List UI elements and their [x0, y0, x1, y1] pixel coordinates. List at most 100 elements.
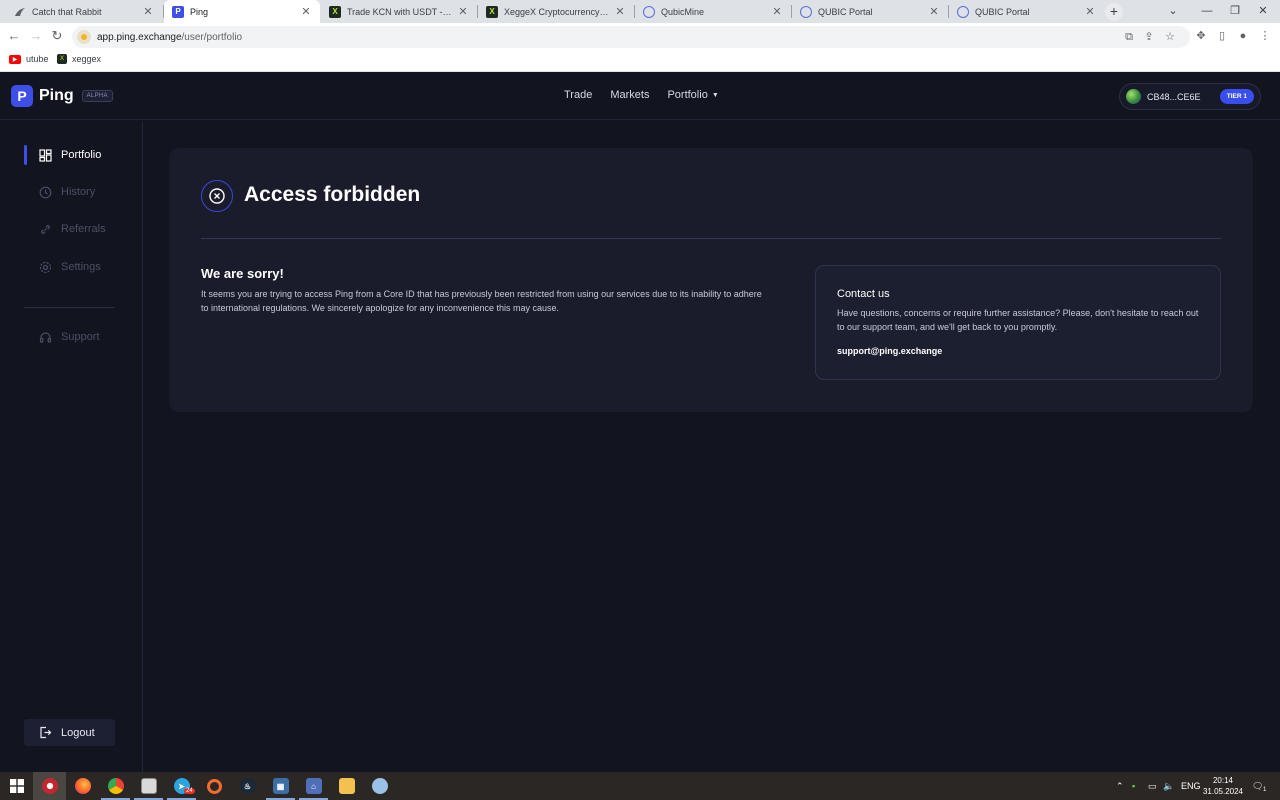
- logout-icon: [38, 726, 52, 740]
- extensions-puzzle-icon[interactable]: ✥: [1192, 27, 1210, 45]
- browser-tab[interactable]: QUBIC Portal ✕: [949, 0, 1104, 23]
- sidebar-item-referrals[interactable]: Referrals: [24, 219, 134, 239]
- browser-tab[interactable]: X XeggeX Cryptocurrency Exchange ✕: [478, 0, 634, 23]
- close-tab-icon[interactable]: ✕: [1084, 5, 1096, 18]
- logout-button[interactable]: Logout: [24, 719, 115, 746]
- share-icon[interactable]: ⇪: [1140, 26, 1158, 48]
- show-hidden-icons-chevron-icon[interactable]: ⌃: [1116, 772, 1124, 800]
- contact-text: Have questions, concerns or require furt…: [837, 308, 1199, 332]
- sidebar-divider: [24, 307, 115, 308]
- taskbar-app-chrome[interactable]: [99, 772, 132, 800]
- taskbar-app-misc[interactable]: [363, 772, 396, 800]
- browser-tab[interactable]: QubicMine ✕: [635, 0, 791, 23]
- bookmarks-bar: ▶ utube X xeggex: [0, 51, 1280, 72]
- forward-arrow-icon[interactable]: →: [27, 27, 45, 45]
- close-tab-icon[interactable]: ✕: [614, 5, 626, 18]
- calculator-icon: ▦: [272, 778, 289, 794]
- contact-box: Contact us Have questions, concerns or r…: [815, 265, 1221, 380]
- sidebar-item-history[interactable]: History: [24, 182, 134, 202]
- history-clock-icon: [38, 185, 52, 199]
- network-icon[interactable]: ▭: [1148, 772, 1157, 800]
- sidebar-item-label: History: [61, 186, 96, 198]
- taskbar-app-opera[interactable]: [33, 772, 66, 800]
- close-window-button[interactable]: ✕: [1246, 0, 1280, 23]
- browser-tab-active[interactable]: P Ping ✕: [164, 0, 320, 23]
- gear-icon: [38, 260, 52, 274]
- youtube-icon: ▶: [9, 54, 21, 64]
- nav-markets[interactable]: Markets: [610, 89, 649, 101]
- error-x-circle-icon: [201, 180, 233, 212]
- browser-toolbar: ← → ↻ app.ping.exchange/user/portfolio ⧉…: [0, 23, 1280, 51]
- url-text[interactable]: app.ping.exchange/user/portfolio: [97, 32, 242, 43]
- taskbar-app-origin[interactable]: [198, 772, 231, 800]
- nav-portfolio-label: Portfolio: [667, 89, 708, 101]
- side-panel-icon[interactable]: ▯: [1213, 27, 1231, 45]
- image-viewer-icon: [140, 778, 157, 794]
- system-clock[interactable]: 20:14 31.05.2024: [1200, 775, 1246, 797]
- firefox-icon: [74, 778, 91, 794]
- nav-portfolio-dropdown[interactable]: Portfolio ▼: [667, 89, 718, 101]
- logout-label: Logout: [61, 726, 95, 739]
- sidebar-item-portfolio[interactable]: Portfolio: [24, 145, 134, 165]
- xeggex-icon: X: [57, 54, 67, 64]
- tab-search-chevron-icon[interactable]: ⌄: [1156, 0, 1190, 23]
- link-icon: [38, 222, 52, 236]
- reload-icon[interactable]: ↻: [48, 27, 66, 45]
- sidebar-item-support[interactable]: Support: [24, 327, 134, 347]
- nav-trade[interactable]: Trade: [564, 89, 592, 101]
- wallet-address: CB48...CE6E: [1147, 91, 1201, 102]
- xeggex-icon: X: [329, 5, 341, 18]
- sidebar-item-label: Portfolio: [61, 149, 102, 161]
- brand-name: Ping: [39, 87, 74, 104]
- close-tab-icon[interactable]: ✕: [300, 5, 312, 18]
- close-tab-icon[interactable]: ✕: [771, 5, 783, 18]
- caret-down-icon: ▼: [711, 92, 719, 99]
- close-tab-icon[interactable]: ✕: [928, 5, 940, 18]
- windows-taskbar: ➤ 24 ♨ ▦ ⌂ ⌃ ▪ ▭ 🔈 ENG 20:14 31.05.2024 …: [0, 772, 1280, 800]
- support-email-link[interactable]: support@ping.exchange: [837, 346, 942, 356]
- volume-icon[interactable]: 🔈: [1163, 772, 1174, 800]
- browser-menu-icon[interactable]: ⋮: [1256, 27, 1274, 45]
- taskbar-app-explorer[interactable]: [330, 772, 363, 800]
- taskbar-app-network-tool[interactable]: ⌂: [297, 772, 330, 800]
- qubic-icon: [643, 5, 655, 18]
- site-info-icon[interactable]: [77, 30, 91, 44]
- taskbar-app-photos[interactable]: [132, 772, 165, 800]
- back-arrow-icon[interactable]: ←: [5, 27, 23, 45]
- clock-time: 20:14: [1212, 776, 1234, 785]
- bookmark-utube[interactable]: ▶ utube: [9, 54, 49, 64]
- taskbar-app-telegram[interactable]: ➤ 24: [165, 772, 198, 800]
- tray-app-icon[interactable]: ▪: [1132, 772, 1135, 800]
- bookmark-star-icon[interactable]: ☆: [1161, 26, 1179, 48]
- language-indicator[interactable]: ENG: [1181, 772, 1201, 800]
- browser-tab[interactable]: QUBIC Portal ✕: [792, 0, 948, 23]
- divider: [201, 238, 1221, 239]
- profile-icon[interactable]: ●: [1234, 27, 1252, 45]
- taskbar-app-firefox[interactable]: [66, 772, 99, 800]
- brand-logo[interactable]: P Ping ALPHA: [11, 85, 113, 107]
- bookmark-xeggex[interactable]: X xeggex: [57, 54, 101, 64]
- browser-tab[interactable]: X Trade KCN with USDT - XeggeX ✕: [321, 0, 477, 23]
- rabbit-icon: [14, 6, 26, 18]
- notification-center-icon[interactable]: 🗨: [1252, 772, 1263, 800]
- taskbar-app-calculator[interactable]: ▦: [264, 772, 297, 800]
- tab-title: QUBIC Portal: [818, 6, 873, 17]
- windows-start-button[interactable]: [0, 772, 33, 800]
- sidebar-item-label: Settings: [61, 261, 101, 273]
- sidebar-item-settings[interactable]: Settings: [24, 257, 134, 277]
- close-tab-icon[interactable]: ✕: [457, 5, 469, 18]
- browser-tab[interactable]: Catch that Rabbit ✕: [6, 0, 162, 23]
- tab-title: QUBIC Portal: [975, 6, 1030, 17]
- tab-title: Catch that Rabbit: [32, 6, 102, 17]
- taskbar-app-steam[interactable]: ♨: [231, 772, 264, 800]
- wallet-button[interactable]: CB48...CE6E TIER 1: [1119, 83, 1261, 110]
- tier-badge: TIER 1: [1219, 89, 1254, 104]
- close-tab-icon[interactable]: ✕: [142, 5, 154, 18]
- tab-title: Ping: [190, 6, 209, 17]
- address-bar[interactable]: app.ping.exchange/user/portfolio ⧉ ⇪ ☆: [72, 26, 1190, 48]
- clock-date: 31.05.2024: [1202, 787, 1244, 796]
- new-tab-button[interactable]: +: [1105, 3, 1123, 21]
- telegram-unread-badge: 24: [184, 788, 195, 794]
- sidebar-item-label: Referrals: [61, 223, 106, 235]
- install-app-icon[interactable]: ⧉: [1120, 26, 1138, 48]
